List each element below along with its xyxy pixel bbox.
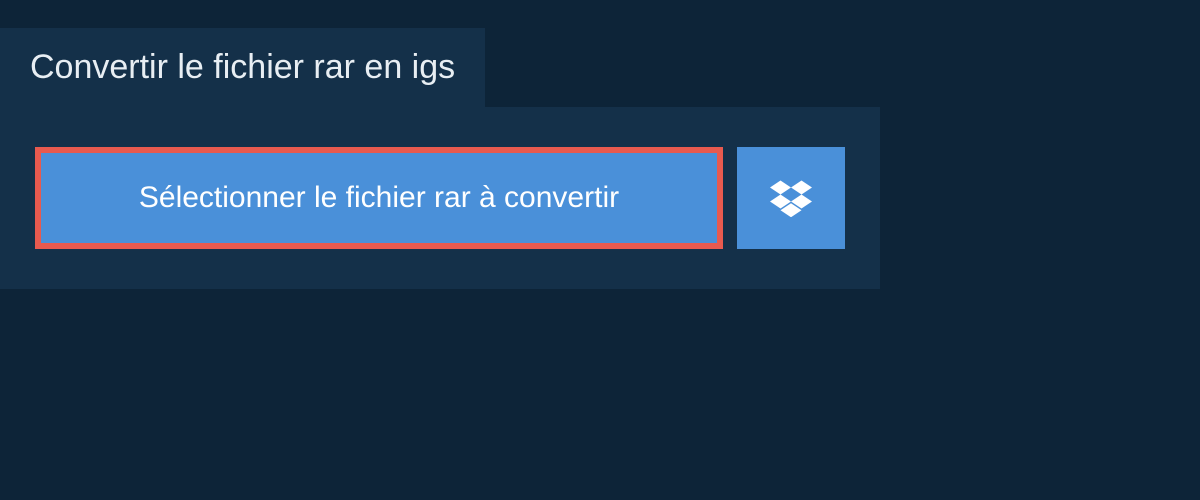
upload-panel: Sélectionner le fichier rar à convertir bbox=[0, 107, 880, 289]
dropbox-icon bbox=[770, 179, 812, 217]
select-file-button[interactable]: Sélectionner le fichier rar à convertir bbox=[35, 147, 723, 249]
header-tab: Convertir le fichier rar en igs bbox=[0, 28, 485, 107]
button-row: Sélectionner le fichier rar à convertir bbox=[35, 147, 845, 249]
dropbox-button[interactable] bbox=[737, 147, 845, 249]
select-file-label: Sélectionner le fichier rar à convertir bbox=[139, 181, 619, 214]
page-title: Convertir le fichier rar en igs bbox=[30, 48, 455, 87]
